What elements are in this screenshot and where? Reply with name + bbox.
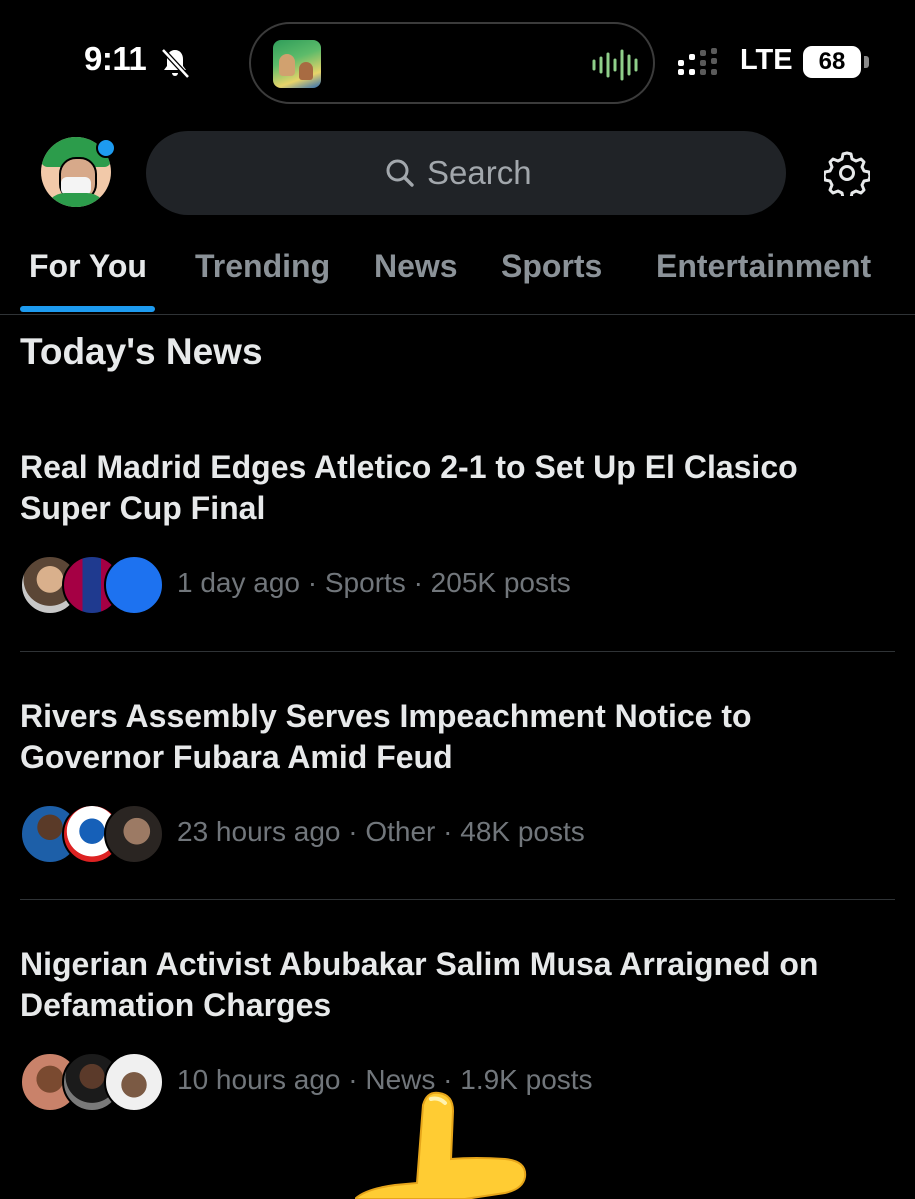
tab-news[interactable]: News	[374, 248, 458, 285]
divider	[20, 899, 895, 900]
avatar-stack	[20, 555, 170, 615]
news-headline[interactable]: Nigerian Activist Abubakar Salim Musa Ar…	[20, 944, 880, 1026]
news-headline[interactable]: Real Madrid Edges Atletico 2-1 to Set Up…	[20, 447, 880, 529]
tab-trending[interactable]: Trending	[195, 248, 330, 285]
avatar-stack	[20, 804, 170, 864]
avatar	[104, 804, 164, 864]
news-meta-row: 1 day ago · Sports · 205K posts	[20, 555, 895, 615]
avatar-stack	[20, 1052, 170, 1112]
divider	[20, 651, 895, 652]
news-meta-row: 23 hours ago · Other · 48K posts	[20, 804, 895, 864]
pointing-hand-icon	[355, 1091, 527, 1199]
tab-sports[interactable]: Sports	[501, 248, 602, 285]
search-icon	[386, 159, 414, 187]
bell-muted-icon	[161, 48, 190, 79]
news-item[interactable]: Rivers Assembly Serves Impeachment Notic…	[20, 696, 895, 864]
search-bar[interactable]	[146, 131, 786, 215]
battery-cap	[864, 56, 869, 68]
status-bar: 9:11 LTE 68	[0, 0, 915, 125]
active-tab-indicator	[20, 306, 155, 312]
status-time: 9:11	[84, 40, 147, 77]
avatar	[104, 555, 164, 615]
dynamic-island[interactable]	[249, 22, 655, 104]
battery-indicator: 68	[803, 46, 861, 78]
network-type: LTE	[740, 44, 793, 76]
explore-tabs: For You Trending News Sports Entertainme…	[0, 238, 915, 315]
notification-dot	[96, 138, 116, 158]
now-playing-thumbnail	[273, 40, 321, 88]
tab-entertainment[interactable]: Entertainment	[656, 248, 871, 285]
news-meta: 23 hours ago · Other · 48K posts	[177, 816, 585, 847]
tab-for-you[interactable]: For You	[29, 248, 147, 285]
settings-gear-icon[interactable]	[824, 150, 870, 196]
news-item[interactable]: Real Madrid Edges Atletico 2-1 to Set Up…	[20, 447, 895, 615]
news-headline[interactable]: Rivers Assembly Serves Impeachment Notic…	[20, 696, 880, 778]
section-title: Today's News	[20, 331, 263, 372]
audio-waveform-icon	[592, 49, 638, 81]
cellular-signal-icon	[678, 48, 717, 75]
search-input[interactable]	[427, 154, 547, 192]
news-meta: 1 day ago · Sports · 205K posts	[177, 567, 571, 598]
avatar	[104, 1052, 164, 1112]
